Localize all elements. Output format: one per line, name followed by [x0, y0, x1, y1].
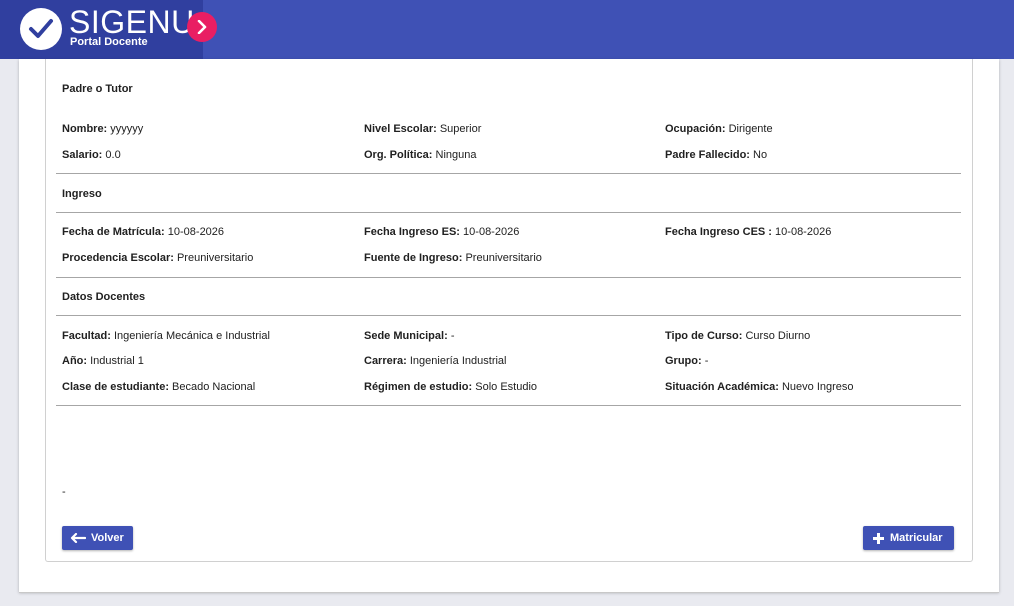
section-divider — [56, 315, 961, 316]
brand-subtitle: Portal Docente — [70, 36, 148, 48]
field-fecha-ingreso-ces: Fecha Ingreso CES : 10-08-2026 — [665, 226, 832, 238]
field-anio: Año: Industrial 1 — [62, 355, 144, 367]
field-salario: Salario: 0.0 — [62, 149, 121, 161]
field-ocupacion: Ocupación: Dirigente — [665, 123, 773, 135]
field-fecha-ingreso-es: Fecha Ingreso ES: 10-08-2026 — [364, 226, 520, 238]
placeholder-dash: - — [62, 486, 66, 498]
sidebar-toggle-button[interactable] — [187, 12, 217, 42]
arrow-left-icon — [70, 533, 86, 543]
field-nombre: Nombre: yyyyyy — [62, 123, 144, 135]
field-situacion-academica: Situación Académica: Nuevo Ingreso — [665, 381, 854, 393]
field-fecha-matricula: Fecha de Matrícula: 10-08-2026 — [62, 226, 225, 238]
top-app-bar: SIGENU Portal Docente — [0, 0, 1014, 59]
check-circle-icon — [20, 8, 62, 50]
field-tipo-curso: Tipo de Curso: Curso Diurno — [665, 330, 811, 342]
brand-block: SIGENU Portal Docente — [0, 0, 203, 59]
section-divider — [56, 173, 961, 174]
field-procedencia-escolar: Procedencia Escolar: Preuniversitario — [62, 252, 254, 264]
field-fuente-ingreso: Fuente de Ingreso: Preuniversitario — [364, 252, 542, 264]
enroll-button[interactable]: Matricular — [863, 526, 954, 550]
field-nivel-escolar: Nivel Escolar: Superior — [364, 123, 482, 135]
footer-divider — [19, 592, 999, 593]
field-padre-fallecido: Padre Fallecido: No — [665, 149, 768, 161]
enroll-button-label: Matricular — [890, 532, 943, 544]
student-detail-panel — [45, 59, 973, 562]
field-carrera: Carrera: Ingeniería Industrial — [364, 355, 507, 367]
section-title-docentes: Datos Docentes — [62, 291, 146, 303]
field-sede-municipal: Sede Municipal: - — [364, 330, 455, 342]
plus-icon — [873, 532, 884, 544]
back-button-label: Volver — [91, 532, 124, 544]
field-org-politica: Org. Política: Ninguna — [364, 149, 477, 161]
field-facultad: Facultad: Ingeniería Mecánica e Industri… — [62, 330, 270, 342]
field-regimen-estudio: Régimen de estudio: Solo Estudio — [364, 381, 538, 393]
section-title-padre: Padre o Tutor — [62, 83, 133, 95]
chevron-right-icon — [197, 20, 207, 34]
section-divider — [56, 212, 961, 213]
back-button[interactable]: Volver — [62, 526, 133, 550]
section-divider — [56, 405, 961, 406]
section-title-ingreso: Ingreso — [62, 188, 102, 200]
field-clase-estudiante: Clase de estudiante: Becado Nacional — [62, 381, 256, 393]
section-divider — [56, 277, 961, 278]
brand-name: SIGENU — [69, 4, 195, 40]
field-grupo: Grupo: - — [665, 355, 709, 367]
